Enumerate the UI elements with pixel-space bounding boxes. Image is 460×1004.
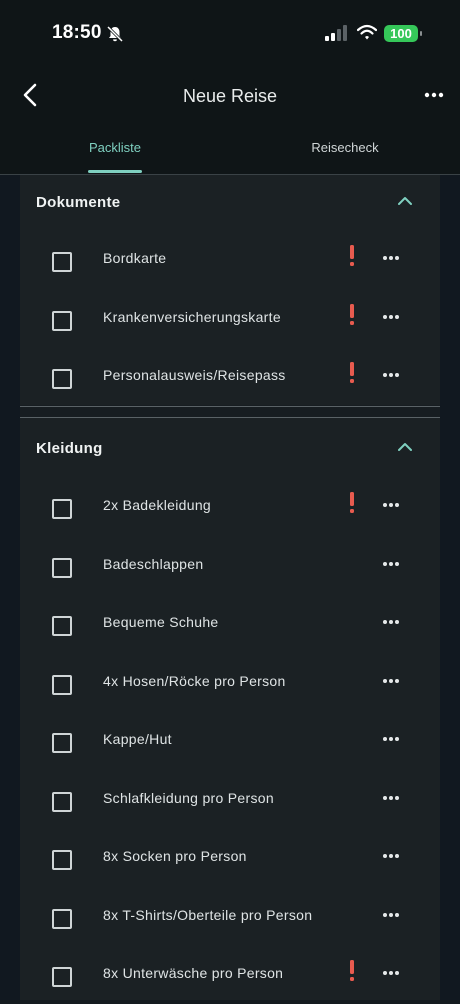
- left-gutter: [0, 175, 20, 1000]
- important-exclamation-icon: [350, 362, 354, 383]
- section-title: Kleidung: [36, 440, 103, 457]
- list-item[interactable]: 8x Socken pro Person: [20, 829, 440, 887]
- item-label: Bequeme Schuhe: [103, 614, 219, 630]
- item-label: 8x Socken pro Person: [103, 848, 247, 864]
- item-more-icon[interactable]: [382, 678, 400, 684]
- item-more-icon[interactable]: [382, 970, 400, 976]
- item-label: Bordkarte: [103, 250, 167, 266]
- item-more-icon[interactable]: [382, 372, 400, 378]
- tab-packliste[interactable]: Packliste: [80, 140, 150, 155]
- item-checkbox[interactable]: [52, 616, 72, 636]
- list-item[interactable]: Bequeme Schuhe: [20, 595, 440, 653]
- bell-muted-icon: [106, 25, 124, 43]
- item-checkbox[interactable]: [52, 369, 72, 389]
- page-title: Neue Reise: [182, 86, 278, 106]
- list-item[interactable]: Badeschlappen: [20, 537, 440, 595]
- item-label: 2x Badekleidung: [103, 497, 212, 513]
- chevron-up-icon[interactable]: [398, 442, 412, 452]
- item-more-icon[interactable]: [382, 502, 400, 508]
- item-checkbox[interactable]: [52, 675, 72, 695]
- list-item[interactable]: 8x Unterwäsche pro Person: [20, 946, 440, 1004]
- signal-icon: [325, 25, 347, 41]
- item-more-icon[interactable]: [382, 912, 400, 918]
- item-label: Krankenversicherungskarte: [103, 309, 281, 325]
- list-item[interactable]: Schlafkleidung pro Person: [20, 771, 440, 829]
- list-item[interactable]: Kappe/Hut: [20, 712, 440, 770]
- navigation-bar: Neue Reise Packliste Reisecheck: [0, 70, 460, 175]
- item-more-icon[interactable]: [382, 255, 400, 261]
- item-checkbox[interactable]: [52, 967, 72, 987]
- list-item[interactable]: Personalausweis/Reisepass: [20, 348, 440, 406]
- item-label: 8x T-Shirts/Oberteile pro Person: [103, 907, 313, 923]
- list-item[interactable]: 8x T-Shirts/Oberteile pro Person: [20, 888, 440, 946]
- item-checkbox[interactable]: [52, 733, 72, 753]
- item-checkbox[interactable]: [52, 909, 72, 929]
- item-more-icon[interactable]: [382, 619, 400, 625]
- item-more-icon[interactable]: [382, 736, 400, 742]
- section-dokumente: Dokumente Bordkarte Krankenversicherungs…: [20, 175, 440, 405]
- tab-active-indicator: [88, 170, 142, 173]
- item-checkbox[interactable]: [52, 850, 72, 870]
- item-label: 4x Hosen/Röcke pro Person: [103, 673, 286, 689]
- item-checkbox[interactable]: [52, 558, 72, 578]
- important-exclamation-icon: [350, 960, 354, 981]
- item-label: Badeschlappen: [103, 556, 204, 572]
- packing-list: Dokumente Bordkarte Krankenversicherungs…: [0, 175, 460, 1000]
- tab-reisecheck[interactable]: Reisecheck: [300, 140, 390, 155]
- item-checkbox[interactable]: [52, 499, 72, 519]
- important-exclamation-icon: [350, 245, 354, 266]
- item-checkbox[interactable]: [52, 792, 72, 812]
- list-item[interactable]: 2x Badekleidung: [20, 478, 440, 536]
- wifi-icon: [357, 24, 377, 40]
- item-checkbox[interactable]: [52, 311, 72, 331]
- section-title: Dokumente: [36, 194, 121, 211]
- important-exclamation-icon: [350, 304, 354, 325]
- section-divider: [20, 406, 440, 407]
- item-label: Schlafkleidung pro Person: [103, 790, 274, 806]
- status-bar: 18:50 100: [0, 0, 460, 70]
- list-item[interactable]: Krankenversicherungskarte: [20, 290, 440, 348]
- more-options-icon[interactable]: [424, 92, 444, 98]
- item-more-icon[interactable]: [382, 795, 400, 801]
- chevron-up-icon[interactable]: [398, 196, 412, 206]
- list-item[interactable]: Bordkarte: [20, 231, 440, 289]
- item-more-icon[interactable]: [382, 853, 400, 859]
- item-more-icon[interactable]: [382, 561, 400, 567]
- item-label: Kappe/Hut: [103, 731, 172, 747]
- right-gutter: [440, 175, 460, 1000]
- item-label: Personalausweis/Reisepass: [103, 367, 286, 383]
- item-more-icon[interactable]: [382, 314, 400, 320]
- important-exclamation-icon: [350, 492, 354, 513]
- item-checkbox[interactable]: [52, 252, 72, 272]
- status-time: 18:50: [52, 22, 102, 43]
- list-item[interactable]: 4x Hosen/Röcke pro Person: [20, 654, 440, 712]
- battery-indicator: 100: [384, 25, 422, 42]
- item-label: 8x Unterwäsche pro Person: [103, 965, 284, 981]
- section-kleidung: Kleidung 2x Badekleidung Badeschlappen B…: [20, 418, 440, 1000]
